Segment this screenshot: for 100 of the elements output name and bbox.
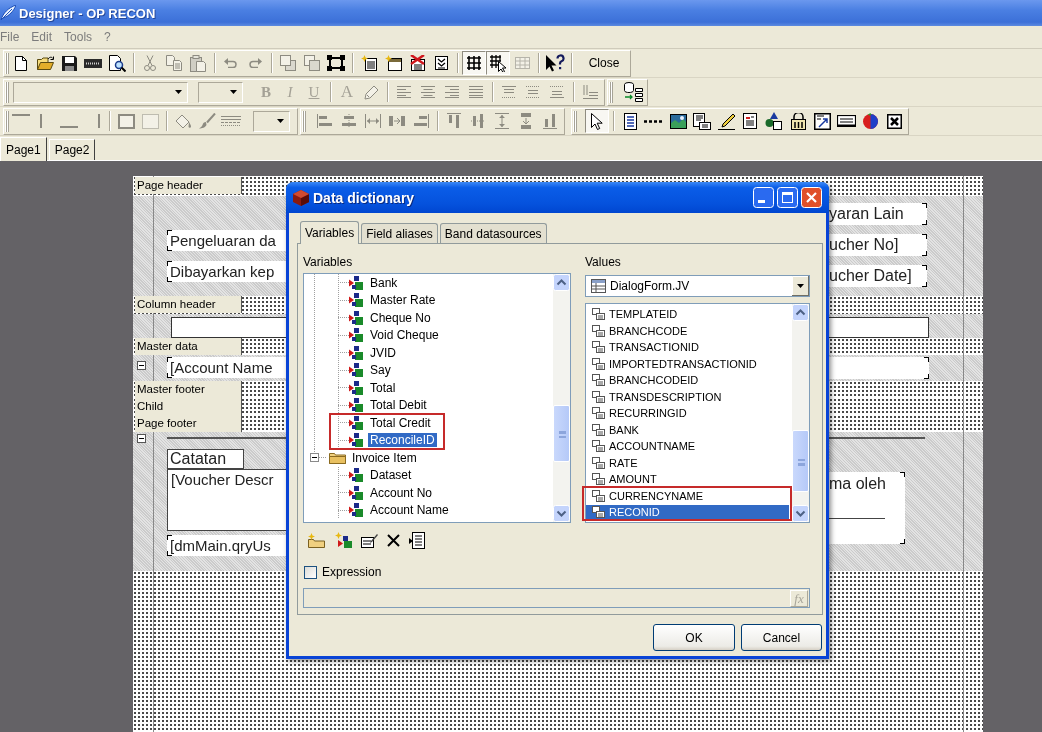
list-item[interactable]: BANK — [586, 422, 789, 437]
close-button[interactable]: Close — [580, 51, 628, 75]
list-item[interactable]: TEMPLATEID — [586, 307, 789, 321]
dialog-button[interactable]: OK — [653, 624, 735, 651]
scrollbar-thumb[interactable] — [792, 430, 809, 492]
page-tab[interactable]: Page1 — [0, 137, 47, 161]
page-list-icon[interactable] — [409, 531, 425, 549]
menu-item[interactable]: Edit — [31, 30, 53, 44]
blocks-icon — [349, 398, 363, 413]
toolbar-grip[interactable] — [5, 52, 9, 74]
blocks-icon — [349, 363, 363, 378]
scrollbar[interactable] — [792, 304, 809, 522]
minimize-icon[interactable] — [753, 187, 774, 208]
tree-item[interactable]: Account Name — [368, 503, 451, 518]
bottom-line-icon — [60, 126, 78, 128]
list-item[interactable]: BRANCHCODEID — [586, 373, 789, 387]
toolbar-button[interactable] — [621, 80, 645, 104]
table-grid-icon — [514, 57, 530, 69]
textbox-icon — [836, 115, 856, 127]
blocks-sparkle-icon[interactable] — [335, 532, 352, 548]
tree-item[interactable]: Total — [368, 380, 398, 395]
document-icon — [15, 55, 27, 71]
toolbar-grip[interactable] — [573, 110, 577, 132]
tree-item[interactable]: Bank — [368, 275, 400, 290]
tree-item[interactable]: Cheque No — [368, 310, 433, 325]
dropdown-arrow-icon[interactable] — [792, 276, 809, 296]
cube-icon — [293, 189, 309, 206]
scrollbar-thumb[interactable] — [553, 405, 570, 462]
tree-item[interactable]: Say — [368, 363, 393, 378]
tree-item[interactable]: Void Cheque — [368, 328, 441, 343]
list-item[interactable]: TRANSACTIONID — [586, 340, 789, 354]
toolbar-grip[interactable] — [609, 81, 613, 103]
top-line-icon — [12, 114, 30, 116]
minus-box-icon[interactable] — [310, 453, 319, 463]
tab[interactable]: Field aliases — [361, 223, 438, 243]
bars-right-edge-icon — [413, 114, 429, 128]
band-label: Master footer — [135, 381, 242, 398]
bars-vertical-spread-icon — [495, 113, 509, 129]
table-rows-icon — [592, 357, 605, 370]
toolbar-button[interactable] — [585, 109, 609, 133]
menu-item[interactable]: Tools — [64, 30, 93, 44]
list-item[interactable]: ACCOUNTNAME — [586, 439, 789, 453]
undo-icon — [224, 58, 238, 68]
band-label: Master data — [135, 338, 242, 355]
tree-item[interactable]: Invoice Item — [350, 450, 419, 465]
section-label: Values — [585, 255, 622, 269]
minus-box-icon[interactable] — [137, 434, 146, 443]
toolbar-grip[interactable] — [5, 81, 9, 103]
toolbar-button[interactable] — [486, 51, 510, 75]
table-rows-icon — [592, 440, 605, 452]
tree-item[interactable]: Master Rate — [368, 293, 438, 308]
chevron-down-icon[interactable] — [792, 505, 809, 522]
list-item[interactable]: RECURRINGID — [586, 406, 789, 420]
chevron-up-icon[interactable] — [792, 304, 809, 321]
toolbar-grip[interactable] — [5, 110, 9, 132]
page-tab[interactable]: Page2 — [48, 139, 96, 160]
align-center-icon — [421, 86, 435, 98]
tab[interactable]: Variables — [300, 221, 360, 244]
list-item[interactable]: RATE — [586, 455, 789, 470]
tree-item[interactable]: ReconcileID — [368, 433, 437, 448]
brush-icon — [198, 113, 216, 129]
checkbox[interactable] — [304, 565, 317, 579]
maximize-icon[interactable] — [777, 187, 798, 208]
dropdown-arrow-icon — [175, 90, 182, 94]
tab[interactable]: Band datasources — [439, 223, 547, 243]
band-label: Column header — [135, 296, 242, 313]
tree-item[interactable]: Account No — [368, 485, 435, 500]
blocks-icon — [349, 415, 363, 430]
cross-icon[interactable] — [387, 533, 400, 547]
report-label: Catatan — [167, 449, 244, 469]
tree-item[interactable]: Total Credit — [368, 415, 433, 430]
tree-item[interactable]: JVID — [368, 345, 398, 360]
scissors-icon — [144, 55, 156, 71]
menu-item[interactable]: ? — [104, 30, 111, 44]
list-item[interactable]: AMOUNT — [586, 472, 789, 486]
blocks-icon — [349, 468, 363, 483]
close-icon[interactable] — [801, 187, 822, 208]
card-pen-icon[interactable] — [361, 532, 378, 548]
toolbar-button[interactable] — [462, 51, 486, 75]
minus-box-icon[interactable] — [137, 361, 146, 370]
list-item[interactable]: IMPORTEDTRANSACTIONID — [586, 356, 789, 371]
pie-chart-icon — [861, 112, 879, 130]
tree-item[interactable]: Dataset — [368, 468, 414, 483]
list-item[interactable]: CURRENCYNAME — [586, 488, 789, 503]
toolbar-grip[interactable] — [302, 110, 306, 132]
overlapping-squares-icon — [280, 55, 296, 71]
list-item[interactable]: TRANSDESCRIPTION — [586, 389, 789, 404]
dropdown-field[interactable]: DialogForm.JV — [585, 275, 810, 297]
list-item[interactable]: RECONID — [586, 505, 789, 519]
chevron-up-icon[interactable] — [553, 274, 570, 291]
list-item[interactable]: BRANCHCODE — [586, 323, 789, 338]
dialog-button[interactable]: Cancel — [741, 624, 822, 651]
window-title: Designer - OP RECON — [19, 5, 156, 21]
scrollbar[interactable] — [553, 274, 570, 522]
table-rows-icon — [592, 308, 605, 320]
folder-sparkle-icon[interactable] — [308, 532, 326, 548]
dropdown-arrow-icon — [230, 90, 237, 94]
chevron-box-icon — [434, 56, 448, 70]
chevron-down-icon[interactable] — [553, 505, 570, 522]
tree-item[interactable]: Total Debit — [368, 398, 429, 413]
